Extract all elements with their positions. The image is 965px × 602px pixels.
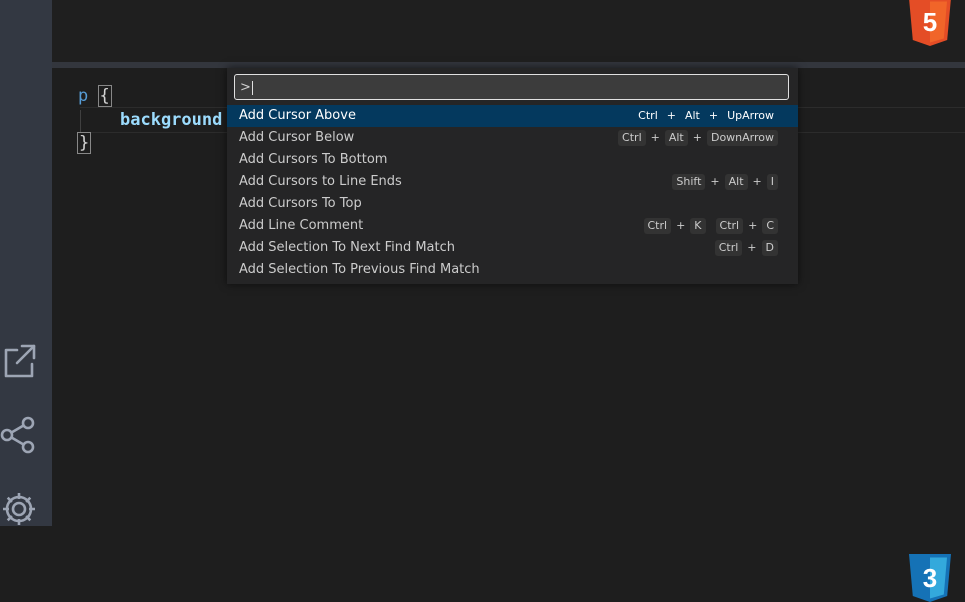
key-cap: UpArrow [727, 109, 774, 122]
share-icon[interactable] [0, 416, 38, 454]
command-palette-input-value: > [240, 80, 251, 95]
key-plus: + [650, 131, 660, 144]
key-plus: + [676, 219, 686, 232]
key-cap: Alt [664, 130, 688, 146]
command-palette-item[interactable]: Add Line Comment Ctrl + K Ctrl + C [227, 215, 798, 237]
keybinding: Ctrl + D [714, 237, 778, 259]
command-label: Add Cursor Above [239, 108, 356, 123]
code-line-1: p { [78, 85, 112, 107]
key-cap: DownArrow [706, 130, 778, 146]
keybinding: Ctrl + K Ctrl + C [643, 215, 778, 237]
key-cap: C [762, 218, 778, 234]
key-cap: Shift [672, 174, 706, 190]
key-plus: + [710, 175, 720, 188]
key-cap: Alt [684, 109, 700, 122]
css3-badge-label: 3 [923, 563, 937, 593]
key-cap: K [690, 218, 706, 234]
command-palette-list: Add Cursor Above Ctrl + Alt + UpArrow Add Curs… [227, 105, 798, 281]
css3-icon: 3 [909, 554, 951, 602]
top-panel: 5 [52, 0, 965, 62]
command-label: Add Cursor Below [239, 130, 355, 145]
keybinding: Shift + Alt + I [672, 171, 778, 193]
html5-icon: 5 [909, 0, 951, 46]
code-line-2: background [120, 110, 222, 130]
command-palette-item[interactable]: Add Cursor Below Ctrl + Alt + DownArrow [227, 127, 798, 149]
code-property: background [120, 110, 223, 130]
command-label: Add Line Comment [239, 218, 364, 233]
gear-icon[interactable] [0, 490, 38, 528]
indent-guide [80, 110, 81, 132]
key-plus: + [666, 109, 676, 122]
key-cap: Ctrl [715, 218, 744, 234]
code-line-3: } [76, 132, 92, 154]
text-caret [251, 80, 253, 95]
command-palette-item[interactable]: Add Selection To Previous Find Match [227, 259, 798, 281]
command-label: Add Cursors To Bottom [239, 152, 388, 167]
key-plus: + [708, 109, 719, 122]
command-palette-item[interactable]: Add Cursors to Line Ends Shift + Alt + I [227, 171, 798, 193]
key-cap: Ctrl [643, 218, 672, 234]
key-cap: Ctrl [714, 240, 743, 256]
command-palette-input[interactable]: > [234, 74, 789, 100]
key-plus: + [747, 241, 757, 254]
open-external-icon[interactable] [0, 342, 38, 380]
key-cap: Ctrl [618, 130, 646, 146]
key-cap: I [766, 174, 778, 190]
command-palette-item[interactable]: Add Cursor Above Ctrl + Alt + UpArrow [227, 105, 798, 127]
code-close-brace: } [76, 132, 92, 154]
key-cap: Alt [724, 174, 748, 190]
html5-badge-label: 5 [923, 7, 937, 37]
keybinding: Ctrl + Alt + DownArrow [618, 127, 778, 149]
command-palette-item[interactable]: Add Cursors To Bottom [227, 149, 798, 171]
command-palette-item[interactable]: Add Cursors To Top [227, 193, 798, 215]
command-label: Add Selection To Previous Find Match [239, 262, 480, 277]
command-palette-item[interactable]: Add Selection To Next Find Match Ctrl + D [227, 237, 798, 259]
command-label: Add Cursors To Top [239, 196, 362, 211]
key-cap: D [761, 240, 778, 256]
keybinding: Ctrl + Alt + UpArrow [634, 105, 778, 127]
key-plus: + [752, 175, 762, 188]
activity-bar [0, 0, 52, 526]
key-cap: Ctrl [638, 109, 658, 122]
key-plus: + [692, 131, 702, 144]
code-open-brace: { [97, 85, 112, 107]
command-palette: > Add Cursor Above Ctrl + Alt + UpArrow Add Cu… [227, 68, 798, 284]
command-label: Add Selection To Next Find Match [239, 240, 456, 255]
command-label: Add Cursors to Line Ends [239, 174, 402, 189]
key-plus: + [748, 219, 758, 232]
code-selector: p [78, 86, 89, 106]
